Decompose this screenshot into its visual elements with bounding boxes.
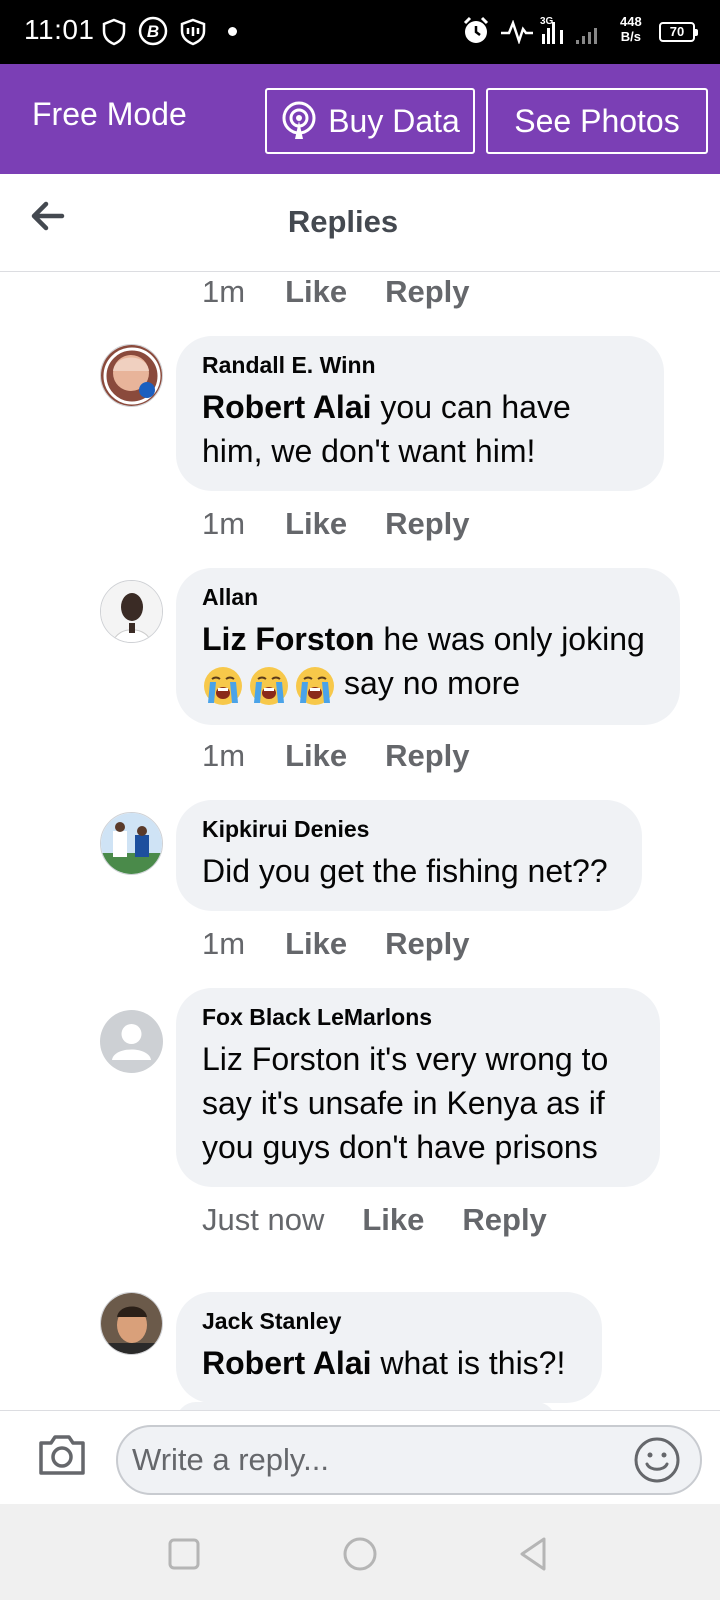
replies-header: Replies: [0, 174, 720, 272]
reply-button[interactable]: Reply: [385, 506, 469, 542]
avatar-randall[interactable]: [100, 344, 163, 407]
comment-author[interactable]: Randall E. Winn: [202, 352, 638, 379]
camera-icon[interactable]: [36, 1431, 88, 1479]
circle-icon[interactable]: [340, 1534, 380, 1574]
battery-icon: 70: [659, 22, 698, 42]
square-icon[interactable]: [164, 1534, 204, 1574]
comment-author[interactable]: Jack Stanley: [202, 1308, 576, 1335]
reply-button[interactable]: Reply: [385, 926, 469, 962]
see-photos-button[interactable]: See Photos: [486, 88, 708, 154]
free-mode-label: Free Mode: [32, 96, 187, 132]
mention-link[interactable]: Liz Forston: [202, 621, 374, 657]
signal-bars-icon: 3G: [540, 16, 597, 44]
comment-meta-row: Just now Like Reply: [202, 1202, 547, 1238]
comment-author[interactable]: Kipkirui Denies: [202, 816, 616, 843]
comment-meta-row: 1m Like Reply: [202, 738, 470, 774]
comment-meta-row: 1m Like Reply: [202, 274, 470, 310]
shield-check-icon: [180, 18, 206, 46]
comment-time: 1m: [202, 738, 246, 773]
loudly-crying-face-icon: [250, 666, 288, 705]
b-circle-icon: B: [138, 16, 168, 46]
default-avatar-icon: [100, 1010, 163, 1073]
status-time: 11:01: [24, 14, 95, 45]
comment-text: Robert Alai what is this?!: [202, 1341, 576, 1385]
avatar-image: [101, 581, 162, 642]
like-button[interactable]: Like: [285, 738, 347, 774]
network-speed: 448 B/s: [620, 14, 642, 44]
notification-dot: [228, 27, 237, 36]
alarm-icon: [463, 16, 489, 43]
comment-bubble[interactable]: Jack Stanley Robert Alai what is this?!: [176, 1292, 602, 1403]
comment-body-continued: say no more: [344, 665, 521, 701]
comment-author[interactable]: Allan: [202, 584, 654, 611]
comment-bubble[interactable]: Kipkirui Denies Did you get the fishing …: [176, 800, 642, 911]
avatar-allan[interactable]: [100, 580, 163, 643]
comment-bubble[interactable]: Allan Liz Forston he was only joking say…: [176, 568, 680, 725]
comment-meta-row: 1m Like Reply: [202, 506, 470, 542]
network-speed-value: 448: [620, 14, 642, 29]
reply-input[interactable]: [116, 1425, 702, 1495]
page-title: Replies: [287, 204, 399, 239]
like-button[interactable]: Like: [285, 274, 347, 310]
loudly-crying-face-icon: [204, 666, 242, 705]
activity-icon: [501, 20, 533, 44]
avatar-image: [101, 345, 162, 406]
like-button[interactable]: Like: [285, 506, 347, 542]
see-photos-label: See Photos: [514, 102, 680, 139]
comment-time: 1m: [202, 274, 246, 309]
buy-data-label: Buy Data: [328, 102, 460, 139]
avatar-fox-black[interactable]: [100, 1010, 163, 1073]
smiley-icon[interactable]: [632, 1435, 682, 1485]
comment-bubble[interactable]: Fox Black LeMarlons Liz Forston it's ver…: [176, 988, 660, 1187]
comment-time: Just now: [202, 1202, 325, 1237]
like-button[interactable]: Like: [285, 926, 347, 962]
network-speed-unit: B/s: [620, 29, 641, 44]
reply-button[interactable]: Reply: [385, 274, 469, 310]
avatar-kipkirui[interactable]: [100, 812, 163, 875]
network-type-label: 3G: [540, 16, 554, 27]
comment-text: Liz Forston it's very wrong to say it's …: [202, 1041, 609, 1165]
comment-author[interactable]: Fox Black LeMarlons: [202, 1004, 634, 1031]
comment-body: he was only joking: [374, 621, 645, 657]
like-button[interactable]: Like: [362, 1202, 424, 1238]
replies-feed[interactable]: 1m Like Reply Randall E. Winn Robert Ala…: [0, 272, 720, 1410]
comment-text: Did you get the fishing net??: [202, 853, 608, 889]
comment-body: what is this?!: [371, 1345, 566, 1381]
buy-data-button[interactable]: Buy Data: [265, 88, 475, 154]
battery-level: 70: [669, 24, 685, 39]
reply-button[interactable]: Reply: [385, 738, 469, 774]
avatar-image: [101, 813, 162, 874]
comment-time: 1m: [202, 506, 246, 541]
emoji-group: [202, 665, 336, 707]
comment-time: 1m: [202, 926, 246, 961]
free-mode-bar: Free Mode Buy Data See Photos: [0, 64, 720, 174]
comment-bubble[interactable]: Randall E. Winn Robert Alai you can have…: [176, 336, 664, 491]
mention-link[interactable]: Robert Alai: [202, 389, 372, 425]
mention-link[interactable]: Robert Alai: [202, 1345, 372, 1381]
comment-text: Robert Alai you can have him, we don't w…: [202, 385, 638, 473]
comment-text: Liz Forston he was only joking say no mo…: [202, 617, 654, 707]
comment-bubble-partial[interactable]: [176, 1402, 556, 1410]
avatar-jack-stanley[interactable]: [100, 1292, 163, 1355]
reply-composer: [0, 1410, 720, 1504]
svg-text:B: B: [147, 22, 159, 41]
broadcast-icon: [282, 101, 316, 139]
avatar-image: [101, 1293, 162, 1354]
comment-meta-row: 1m Like Reply: [202, 926, 470, 962]
system-navigation-bar: [0, 1504, 720, 1600]
shield-icon: [102, 18, 126, 46]
triangle-back-icon[interactable]: [514, 1534, 554, 1574]
status-bar: 11:01 B 3G 448 B/s 70: [0, 0, 720, 64]
loudly-crying-face-icon: [296, 666, 334, 705]
reply-button[interactable]: Reply: [462, 1202, 546, 1238]
